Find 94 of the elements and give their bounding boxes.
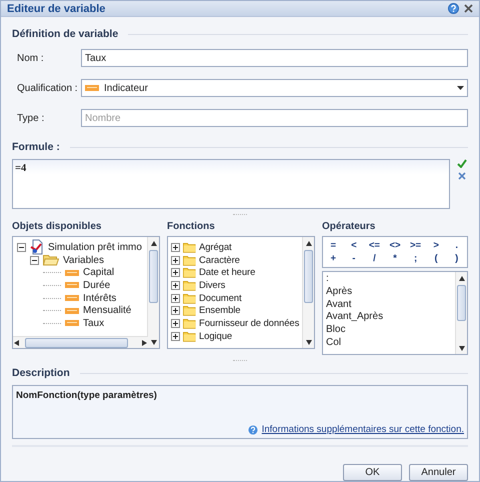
scroll-arrow-icon[interactable] — [306, 339, 312, 345]
collapse-icon[interactable] — [17, 242, 26, 252]
operator-button[interactable]: < — [344, 239, 364, 252]
expand-icon[interactable] — [171, 306, 180, 316]
measure-icon — [65, 295, 79, 302]
scrollbar[interactable] — [302, 237, 314, 348]
measure-icon — [65, 320, 79, 326]
expand-icon[interactable] — [171, 242, 180, 252]
tree-item[interactable]: Taux — [83, 318, 104, 329]
close-icon[interactable] — [464, 4, 473, 13]
folder-icon — [183, 254, 196, 266]
tree-item[interactable]: Caractère — [199, 254, 240, 266]
scroll-arrow-icon[interactable] — [150, 240, 156, 246]
section-heading: Description — [12, 367, 70, 379]
folder-icon — [183, 267, 196, 278]
tree-item[interactable]: Intérêts — [83, 292, 116, 304]
close-icon[interactable] — [458, 172, 466, 180]
tree-item[interactable]: Fournisseur de données — [199, 318, 300, 329]
tree-item[interactable]: Divers — [199, 280, 226, 291]
dialog-button[interactable]: Annuler — [409, 464, 468, 481]
operator-button[interactable]: <> — [384, 239, 406, 252]
operator-button[interactable]: > — [426, 239, 446, 252]
operator-button[interactable]: - — [344, 252, 364, 265]
list-item[interactable]: Après — [326, 286, 452, 299]
dialog-button[interactable]: OK — [343, 464, 402, 481]
list-item[interactable]: Avant — [326, 298, 452, 312]
expand-icon[interactable] — [171, 256, 180, 265]
operator-button[interactable]: + — [323, 252, 344, 265]
dropdown[interactable]: Indicateur — [81, 79, 468, 97]
measure-icon — [65, 282, 79, 288]
tree-item[interactable]: Date et heure — [199, 267, 256, 278]
help-icon — [248, 424, 258, 434]
expand-icon[interactable] — [171, 294, 180, 303]
function-signature: NomFonction(type paramètres) — [16, 390, 158, 401]
scroll-arrow-icon[interactable] — [13, 340, 19, 346]
panel-heading: Fonctions — [167, 221, 216, 232]
help-link[interactable]: Informations supplémentaires sur cette fonction. — [262, 424, 464, 435]
section-heading: Définition de variable — [12, 28, 118, 40]
tree-item[interactable]: Durée — [83, 280, 110, 291]
dropdown-arrow-icon — [457, 86, 464, 90]
expand-icon[interactable] — [171, 318, 180, 328]
folder-icon — [183, 318, 196, 329]
operator-button[interactable]: ( — [426, 252, 446, 265]
operator-button[interactable]: / — [364, 252, 385, 265]
measure-icon — [65, 308, 79, 314]
operator-button[interactable]: ) — [446, 252, 467, 265]
operator-button[interactable]: = — [323, 239, 344, 252]
folder-icon — [183, 292, 196, 304]
operator-button[interactable]: ; — [405, 252, 426, 265]
folder-icon — [183, 330, 196, 342]
folder-icon — [183, 242, 196, 253]
tree-item[interactable]: Capital — [83, 267, 114, 278]
expand-icon[interactable] — [171, 268, 180, 278]
operator-button[interactable]: <= — [364, 239, 385, 252]
expand-icon[interactable] — [171, 332, 180, 341]
checkmark-icon[interactable] — [457, 159, 467, 168]
horizontal-scrollbar[interactable] — [13, 336, 148, 348]
tree-item[interactable]: Simulation prêt immo — [48, 242, 142, 253]
report-icon — [30, 239, 44, 256]
panel-heading: Opérateurs — [322, 221, 376, 232]
tree-item[interactable]: Variables — [63, 254, 104, 266]
collapse-icon[interactable] — [30, 256, 39, 265]
panel-heading: Objets disponibles — [12, 221, 102, 232]
window-title: Editeur de variable — [7, 2, 106, 14]
folder-icon — [183, 280, 196, 291]
tree-item[interactable]: Mensualité — [83, 305, 132, 316]
help-icon[interactable] — [448, 3, 459, 14]
folder-icon — [43, 254, 59, 266]
measure-icon — [85, 85, 99, 91]
section-heading: Formule : — [12, 141, 60, 153]
measure-icon — [65, 270, 79, 276]
scroll-arrow-icon[interactable] — [458, 275, 464, 281]
field-label: Type : — [16, 112, 46, 124]
operator-button[interactable]: >= — [405, 239, 426, 252]
scrollbar[interactable] — [455, 272, 467, 354]
tree-item[interactable]: Agrégat — [199, 242, 232, 253]
tree-item[interactable]: Ensemble — [199, 305, 240, 316]
input-field[interactable]: Taux — [81, 49, 468, 67]
scrollbar[interactable] — [147, 237, 159, 348]
list-item[interactable]: : — [326, 273, 452, 286]
tree-item[interactable]: Document — [199, 292, 242, 304]
field-label: Nom : — [16, 52, 45, 64]
operator-button[interactable]: . — [446, 239, 467, 252]
list-item[interactable]: Avant_Après — [326, 311, 452, 324]
list-item[interactable]: Bloc — [326, 324, 452, 337]
folder-icon — [183, 305, 196, 316]
operator-button[interactable]: * — [384, 252, 406, 265]
list-item[interactable]: Col — [326, 336, 452, 350]
scroll-arrow-icon[interactable] — [306, 240, 312, 246]
formula-editor[interactable]: =4 — [12, 159, 450, 209]
field-label: Qualification : — [16, 82, 79, 94]
expand-icon[interactable] — [171, 280, 180, 290]
scroll-arrow-icon[interactable] — [458, 345, 464, 351]
tree-item[interactable]: Logique — [199, 330, 232, 342]
